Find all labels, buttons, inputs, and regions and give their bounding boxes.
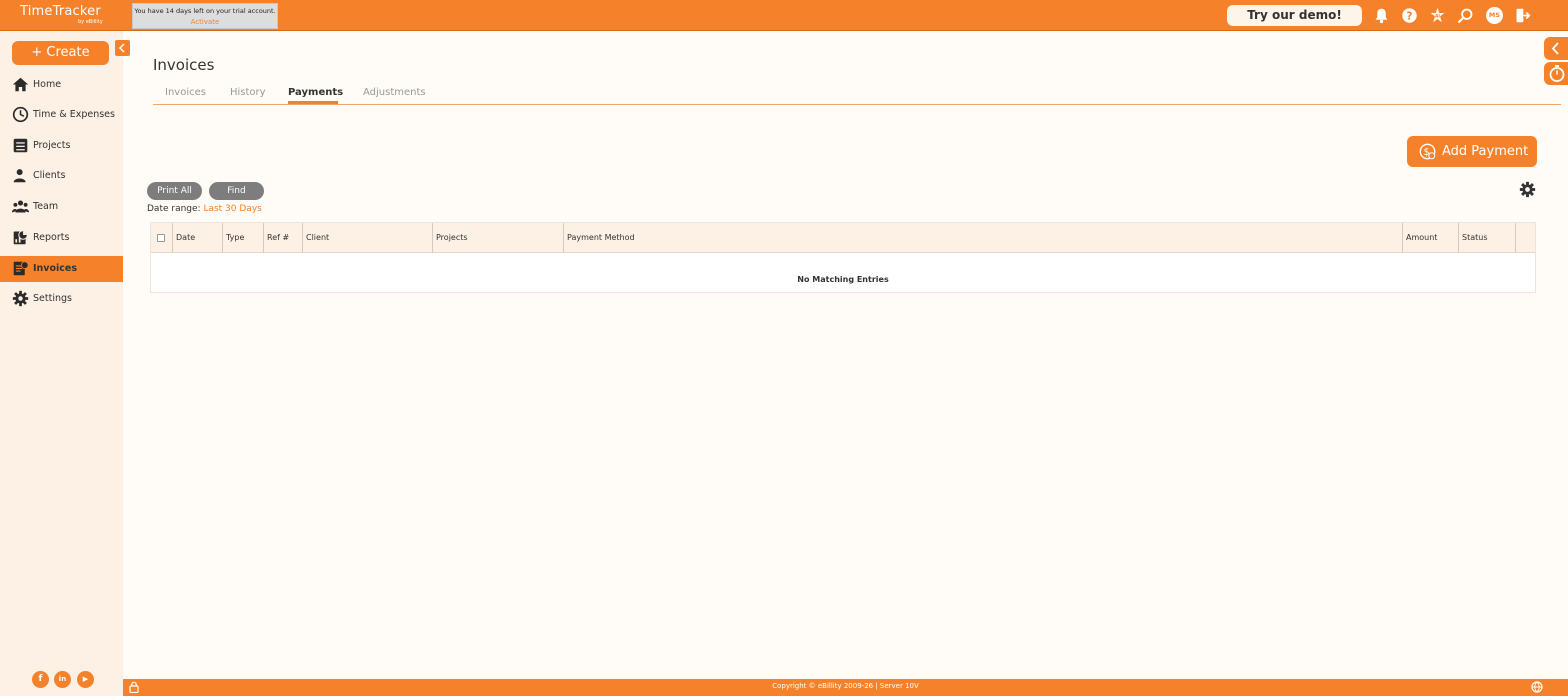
help-icon[interactable]: ?: [1401, 7, 1418, 24]
timer-button[interactable]: [1544, 62, 1568, 85]
page-title: Invoices: [153, 56, 215, 74]
date-range: Date range: Last 30 Days: [147, 204, 262, 214]
sidebar-item-clients[interactable]: Clients: [0, 163, 123, 189]
bell-icon[interactable]: [1373, 7, 1390, 24]
column-header-date[interactable]: Date: [173, 223, 223, 253]
tabs-divider: [153, 104, 1561, 105]
trial-message: You have 14 days left on your trial acco…: [134, 7, 276, 15]
date-range-label: Date range:: [147, 204, 201, 214]
sidebar-item-label: Invoices: [33, 263, 78, 274]
column-header-payment-method[interactable]: Payment Method: [564, 223, 1403, 253]
youtube-icon[interactable]: ▶: [77, 671, 94, 688]
column-header-amount[interactable]: Amount: [1403, 223, 1459, 253]
sidebar-item-team[interactable]: Team: [0, 194, 123, 220]
tab-adjustments[interactable]: Adjustments: [363, 87, 426, 98]
sidebar-item-label: Reports: [33, 232, 70, 243]
gear-icon: [12, 290, 29, 307]
create-button[interactable]: + Create: [12, 41, 109, 65]
projects-icon: [13, 138, 28, 153]
collapse-sidebar-button[interactable]: [115, 40, 130, 56]
column-header-client[interactable]: Client: [303, 223, 433, 253]
column-header-type[interactable]: Type: [223, 223, 264, 253]
trial-banner: You have 14 days left on your trial acco…: [132, 3, 278, 29]
add-payment-button[interactable]: $ Add Payment: [1407, 136, 1537, 167]
team-icon: [12, 200, 29, 213]
svg-text:?: ?: [1407, 11, 1413, 22]
sidebar-item-invoices[interactable]: Invoices: [0, 256, 123, 282]
sidebar-item-settings[interactable]: Settings: [0, 286, 123, 312]
tab-payments[interactable]: Payments: [288, 87, 343, 98]
sidebar-item-label: Settings: [33, 293, 72, 304]
sidebar-item-label: Team: [33, 201, 59, 212]
footer: Copyright © eBillity 2009-26 | Server 10…: [123, 679, 1568, 696]
logo-text: TimeTracker: [20, 4, 101, 19]
app-logo[interactable]: TimeTracker by eBillity: [20, 4, 103, 25]
ai-icon[interactable]: AI: [1429, 7, 1446, 24]
sidebar-item-label: Projects: [33, 140, 71, 151]
column-header-ref[interactable]: Ref #: [264, 223, 303, 253]
sidebar-item-label: Clients: [33, 170, 66, 181]
sidebar-item-label: Home: [33, 79, 62, 90]
sidebar-item-projects[interactable]: Projects: [0, 133, 123, 159]
empty-table-message: No Matching Entries: [797, 275, 889, 284]
gear-icon[interactable]: [1519, 181, 1536, 198]
activate-link[interactable]: Activate: [133, 18, 277, 26]
logo-subtext: by eBillity: [78, 19, 103, 25]
payments-table: Date Type Ref # Client Projects Payment …: [150, 222, 1536, 293]
invoices-icon: [13, 261, 29, 276]
column-header-projects[interactable]: Projects: [433, 223, 564, 253]
table-header: Date Type Ref # Client Projects Payment …: [151, 223, 1535, 253]
select-all-checkbox[interactable]: [157, 234, 165, 242]
date-range-value[interactable]: Last 30 Days: [203, 204, 261, 214]
stopwatch-icon: [1549, 65, 1565, 82]
column-header-status[interactable]: Status: [1459, 223, 1516, 253]
clock-icon: [12, 106, 29, 123]
linkedin-icon[interactable]: in: [54, 671, 71, 688]
clients-icon: [13, 169, 26, 183]
sidebar-item-label: Time & Expenses: [33, 109, 115, 120]
logout-icon[interactable]: [1514, 7, 1531, 24]
sidebar-item-home[interactable]: Home: [0, 72, 123, 98]
globe-icon[interactable]: [1531, 681, 1543, 693]
sidebar-item-time-expenses[interactable]: Time & Expenses: [0, 102, 123, 128]
sidebar: + Create Home Time & Expenses Projects C…: [0, 31, 130, 696]
reports-icon: [13, 230, 28, 245]
top-bar: TimeTracker by eBillity You have 14 days…: [0, 0, 1568, 31]
print-all-button[interactable]: Print All: [147, 182, 202, 200]
search-icon[interactable]: [1457, 7, 1474, 24]
chevron-left-icon: [118, 43, 125, 53]
add-payment-label: Add Payment: [1442, 144, 1529, 159]
sidebar-item-reports[interactable]: Reports: [0, 225, 123, 251]
payment-icon: $: [1419, 143, 1436, 160]
home-icon: [12, 77, 29, 92]
column-header-actions: [1516, 223, 1535, 253]
svg-text:AI: AI: [1435, 14, 1440, 20]
avatar[interactable]: MS: [1486, 7, 1503, 24]
facebook-icon[interactable]: f: [32, 671, 49, 688]
try-demo-button[interactable]: Try our demo!: [1227, 5, 1362, 26]
chevron-left-icon: [1551, 42, 1559, 55]
expand-panel-button[interactable]: [1544, 37, 1568, 60]
tab-history[interactable]: History: [230, 87, 266, 98]
select-all-cell: [151, 223, 173, 253]
copyright-text: Copyright © eBillity 2009-26 | Server 10…: [772, 682, 919, 690]
find-button[interactable]: Find: [209, 182, 264, 200]
tab-invoices[interactable]: Invoices: [165, 87, 206, 98]
